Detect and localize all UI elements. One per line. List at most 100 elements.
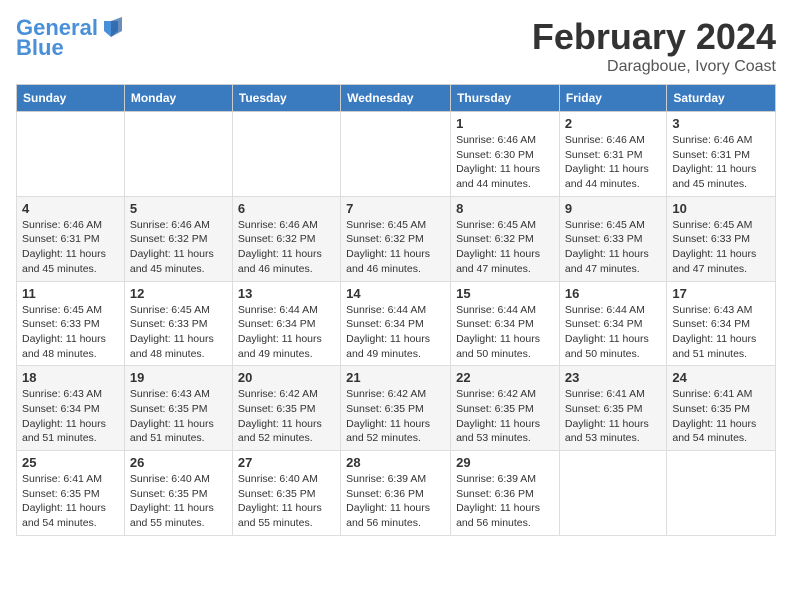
week-row-2: 4 Sunrise: 6:46 AM Sunset: 6:31 PM Daylig…	[17, 196, 776, 281]
day-info: Sunrise: 6:41 AM Sunset: 6:35 PM Dayligh…	[565, 387, 661, 446]
day-info: Sunrise: 6:44 AM Sunset: 6:34 PM Dayligh…	[238, 303, 335, 362]
calendar-header: SundayMondayTuesdayWednesdayThursdayFrid…	[17, 85, 776, 112]
day-info: Sunrise: 6:46 AM Sunset: 6:31 PM Dayligh…	[672, 133, 770, 192]
day-number: 26	[130, 455, 227, 470]
calendar-cell: 12Sunrise: 6:45 AM Sunset: 6:33 PM Dayli…	[124, 281, 232, 366]
day-info: Sunrise: 6:44 AM Sunset: 6:34 PM Dayligh…	[346, 303, 445, 362]
day-number: 7	[346, 201, 445, 216]
calendar-cell: 25Sunrise: 6:41 AM Sunset: 6:35 PM Dayli…	[17, 451, 125, 536]
day-info: Sunrise: 6:45 AM Sunset: 6:33 PM Dayligh…	[672, 218, 770, 277]
day-info: Sunrise: 6:46 AM Sunset: 6:31 PM Dayligh…	[565, 133, 661, 192]
header: General Blue February 2024 Daragboue, Iv…	[16, 16, 776, 76]
calendar-table: SundayMondayTuesdayWednesdayThursdayFrid…	[16, 84, 776, 536]
day-info: Sunrise: 6:41 AM Sunset: 6:35 PM Dayligh…	[672, 387, 770, 446]
calendar-cell	[232, 112, 340, 197]
day-info: Sunrise: 6:39 AM Sunset: 6:36 PM Dayligh…	[346, 472, 445, 531]
day-number: 18	[22, 370, 119, 385]
calendar-cell	[341, 112, 451, 197]
location-subtitle: Daragboue, Ivory Coast	[532, 58, 776, 76]
day-number: 2	[565, 116, 661, 131]
calendar-cell: 19 Sunrise: 6:43 AM Sunset: 6:35 PM Dayli…	[124, 366, 232, 451]
calendar-cell	[667, 451, 776, 536]
day-info: Sunrise: 6:46 AM Sunset: 6:31 PM Dayligh…	[22, 218, 119, 277]
calendar-cell: 14 Sunrise: 6:44 AM Sunset: 6:34 PM Dayli…	[341, 281, 451, 366]
logo: General Blue	[16, 16, 122, 60]
calendar-cell: 26 Sunrise: 6:40 AM Sunset: 6:35 PM Dayli…	[124, 451, 232, 536]
calendar-cell: 2 Sunrise: 6:46 AM Sunset: 6:31 PM Daylig…	[559, 112, 666, 197]
logo-blue: Blue	[16, 36, 64, 60]
calendar-cell: 11 Sunrise: 6:45 AM Sunset: 6:33 PM Dayli…	[17, 281, 125, 366]
calendar-cell: 4 Sunrise: 6:46 AM Sunset: 6:31 PM Daylig…	[17, 196, 125, 281]
day-number: 21	[346, 370, 445, 385]
day-number: 4	[22, 201, 119, 216]
calendar-cell: 24Sunrise: 6:41 AM Sunset: 6:35 PM Dayli…	[667, 366, 776, 451]
column-header-friday: Friday	[559, 85, 666, 112]
calendar-cell: 20 Sunrise: 6:42 AM Sunset: 6:35 PM Dayli…	[232, 366, 340, 451]
calendar-cell: 9 Sunrise: 6:45 AM Sunset: 6:33 PM Daylig…	[559, 196, 666, 281]
day-info: Sunrise: 6:45 AM Sunset: 6:33 PM Dayligh…	[130, 303, 227, 362]
day-number: 11	[22, 286, 119, 301]
day-info: Sunrise: 6:41 AM Sunset: 6:35 PM Dayligh…	[22, 472, 119, 531]
column-header-tuesday: Tuesday	[232, 85, 340, 112]
day-info: Sunrise: 6:42 AM Sunset: 6:35 PM Dayligh…	[238, 387, 335, 446]
day-info: Sunrise: 6:45 AM Sunset: 6:33 PM Dayligh…	[22, 303, 119, 362]
calendar-cell: 29 Sunrise: 6:39 AM Sunset: 6:36 PM Dayli…	[451, 451, 560, 536]
day-number: 9	[565, 201, 661, 216]
day-number: 29	[456, 455, 554, 470]
day-info: Sunrise: 6:43 AM Sunset: 6:34 PM Dayligh…	[672, 303, 770, 362]
logo-icon	[100, 17, 122, 39]
column-header-saturday: Saturday	[667, 85, 776, 112]
calendar-cell: 5 Sunrise: 6:46 AM Sunset: 6:32 PM Daylig…	[124, 196, 232, 281]
day-info: Sunrise: 6:42 AM Sunset: 6:35 PM Dayligh…	[346, 387, 445, 446]
day-number: 19	[130, 370, 227, 385]
day-info: Sunrise: 6:45 AM Sunset: 6:32 PM Dayligh…	[456, 218, 554, 277]
calendar-cell: 6 Sunrise: 6:46 AM Sunset: 6:32 PM Daylig…	[232, 196, 340, 281]
day-info: Sunrise: 6:40 AM Sunset: 6:35 PM Dayligh…	[130, 472, 227, 531]
day-number: 3	[672, 116, 770, 131]
day-info: Sunrise: 6:45 AM Sunset: 6:33 PM Dayligh…	[565, 218, 661, 277]
calendar-cell: 22Sunrise: 6:42 AM Sunset: 6:35 PM Dayli…	[451, 366, 560, 451]
day-info: Sunrise: 6:44 AM Sunset: 6:34 PM Dayligh…	[456, 303, 554, 362]
calendar-cell: 16 Sunrise: 6:44 AM Sunset: 6:34 PM Dayli…	[559, 281, 666, 366]
calendar-cell: 27 Sunrise: 6:40 AM Sunset: 6:35 PM Dayli…	[232, 451, 340, 536]
calendar-cell: 15 Sunrise: 6:44 AM Sunset: 6:34 PM Dayli…	[451, 281, 560, 366]
day-number: 23	[565, 370, 661, 385]
calendar-cell	[124, 112, 232, 197]
day-number: 16	[565, 286, 661, 301]
day-number: 15	[456, 286, 554, 301]
day-info: Sunrise: 6:40 AM Sunset: 6:35 PM Dayligh…	[238, 472, 335, 531]
calendar-cell	[17, 112, 125, 197]
day-number: 20	[238, 370, 335, 385]
calendar-cell: 28Sunrise: 6:39 AM Sunset: 6:36 PM Dayli…	[341, 451, 451, 536]
day-info: Sunrise: 6:45 AM Sunset: 6:32 PM Dayligh…	[346, 218, 445, 277]
day-number: 14	[346, 286, 445, 301]
calendar-cell: 17Sunrise: 6:43 AM Sunset: 6:34 PM Dayli…	[667, 281, 776, 366]
day-number: 1	[456, 116, 554, 131]
calendar-cell: 21 Sunrise: 6:42 AM Sunset: 6:35 PM Dayli…	[341, 366, 451, 451]
day-number: 22	[456, 370, 554, 385]
day-number: 10	[672, 201, 770, 216]
calendar-cell: 23 Sunrise: 6:41 AM Sunset: 6:35 PM Dayli…	[559, 366, 666, 451]
week-row-4: 18Sunrise: 6:43 AM Sunset: 6:34 PM Dayli…	[17, 366, 776, 451]
day-info: Sunrise: 6:39 AM Sunset: 6:36 PM Dayligh…	[456, 472, 554, 531]
day-number: 6	[238, 201, 335, 216]
day-number: 5	[130, 201, 227, 216]
column-header-thursday: Thursday	[451, 85, 560, 112]
calendar-cell: 10 Sunrise: 6:45 AM Sunset: 6:33 PM Dayli…	[667, 196, 776, 281]
calendar-cell: 13 Sunrise: 6:44 AM Sunset: 6:34 PM Dayli…	[232, 281, 340, 366]
column-header-sunday: Sunday	[17, 85, 125, 112]
calendar-cell: 18Sunrise: 6:43 AM Sunset: 6:34 PM Dayli…	[17, 366, 125, 451]
column-header-monday: Monday	[124, 85, 232, 112]
calendar-body: 1 Sunrise: 6:46 AM Sunset: 6:30 PM Daylig…	[17, 112, 776, 536]
day-info: Sunrise: 6:46 AM Sunset: 6:30 PM Dayligh…	[456, 133, 554, 192]
day-info: Sunrise: 6:46 AM Sunset: 6:32 PM Dayligh…	[130, 218, 227, 277]
day-number: 27	[238, 455, 335, 470]
day-info: Sunrise: 6:44 AM Sunset: 6:34 PM Dayligh…	[565, 303, 661, 362]
column-header-wednesday: Wednesday	[341, 85, 451, 112]
title-area: February 2024 Daragboue, Ivory Coast	[532, 16, 776, 76]
day-number: 13	[238, 286, 335, 301]
week-row-5: 25Sunrise: 6:41 AM Sunset: 6:35 PM Dayli…	[17, 451, 776, 536]
day-info: Sunrise: 6:43 AM Sunset: 6:35 PM Dayligh…	[130, 387, 227, 446]
month-title: February 2024	[532, 16, 776, 58]
day-info: Sunrise: 6:46 AM Sunset: 6:32 PM Dayligh…	[238, 218, 335, 277]
